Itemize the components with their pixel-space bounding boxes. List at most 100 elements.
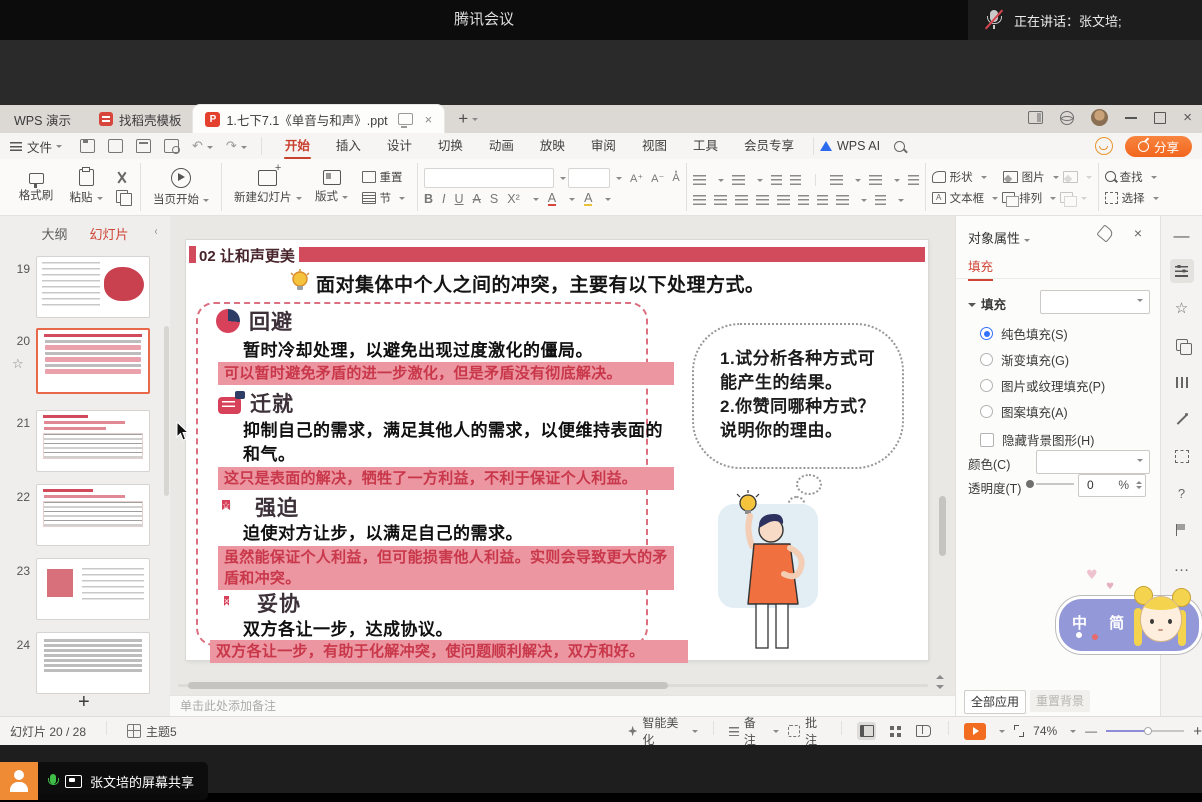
cut-icon[interactable] xyxy=(116,172,128,184)
feedback-icon[interactable] xyxy=(1095,137,1113,155)
distribute-icon[interactable] xyxy=(777,195,790,205)
theme-button[interactable]: 主题5 xyxy=(127,723,177,740)
sync-icon[interactable] xyxy=(1060,111,1074,125)
find-button[interactable]: 查找 xyxy=(1120,169,1143,185)
align-right-icon[interactable] xyxy=(735,195,748,205)
textbox-icon[interactable]: A xyxy=(932,192,946,204)
numbering-icon[interactable] xyxy=(732,175,745,185)
undo-button[interactable]: ↶ xyxy=(192,139,213,154)
increase-indent-icon[interactable] xyxy=(790,175,801,185)
radio-pattern-fill[interactable]: 图案填充(A) xyxy=(980,402,1068,421)
collapse-strip-icon[interactable]: — xyxy=(1174,228,1190,246)
thumbnail-slide-19[interactable] xyxy=(36,256,150,318)
transparency-slider-handle[interactable] xyxy=(1026,480,1034,488)
zoom-slider[interactable] xyxy=(1106,730,1184,732)
tab-document-active[interactable]: P 1.七下7.1《单音与和声》.ppt × xyxy=(193,105,444,133)
fill-section-header[interactable]: 填充 xyxy=(968,294,1006,313)
bold-button[interactable]: B xyxy=(424,192,433,206)
next-slide-icon[interactable] xyxy=(936,685,944,693)
shapes-icon[interactable] xyxy=(932,171,946,183)
zoom-level[interactable]: 74% xyxy=(1033,724,1057,738)
zoom-out-button[interactable]: — xyxy=(1085,724,1097,738)
frame-strip-icon[interactable] xyxy=(1170,444,1194,468)
zoom-in-button[interactable]: + xyxy=(1193,723,1202,740)
tab-view[interactable]: 视图 xyxy=(629,133,680,159)
wps-app-menu[interactable]: WPS 演示 xyxy=(0,110,87,129)
select-icon[interactable] xyxy=(1105,192,1118,204)
format-painter-button[interactable]: 格式刷 xyxy=(16,171,56,203)
layout-button[interactable]: 版式 xyxy=(312,170,352,204)
thumbnail-slide-23[interactable] xyxy=(36,558,150,620)
outline-tab[interactable]: 大纲 xyxy=(41,224,67,243)
sorter-view-button[interactable] xyxy=(885,722,905,740)
beautify-strip-icon[interactable] xyxy=(1170,407,1194,431)
close-icon[interactable]: × xyxy=(1183,113,1192,123)
select-button[interactable]: 选择 xyxy=(1122,190,1145,206)
tab-transition[interactable]: 切换 xyxy=(425,133,476,159)
save-icon[interactable] xyxy=(80,139,95,153)
smart-beautify-button[interactable]: 智能美化 xyxy=(628,714,698,748)
tab-home[interactable]: 开始 xyxy=(272,133,323,159)
radio-gradient-fill[interactable]: 渐变填充(G) xyxy=(980,350,1069,369)
panel-close-icon[interactable]: × xyxy=(1134,225,1142,241)
slideshow-play-button[interactable] xyxy=(964,723,985,740)
smart-align-icon[interactable] xyxy=(798,195,809,205)
grow-font-icon[interactable]: A⁺ xyxy=(630,172,643,185)
new-slide-button[interactable]: 新建幻灯片 xyxy=(234,170,302,205)
checkbox-hide-background[interactable]: 隐藏背景图形(H) xyxy=(980,430,1094,449)
arrange-icon[interactable] xyxy=(1002,192,1015,203)
bullets-icon[interactable] xyxy=(693,175,706,185)
thumbnail-slide-20-selected[interactable] xyxy=(36,328,150,394)
notes-input[interactable]: 单击此处添加备注 xyxy=(170,695,955,716)
fit-to-window-icon[interactable] xyxy=(1014,725,1025,737)
account-avatar[interactable] xyxy=(1091,109,1108,126)
help-strip-icon[interactable]: ? xyxy=(1170,481,1194,505)
decrease-indent-icon[interactable] xyxy=(771,175,782,185)
text-direction-icon[interactable] xyxy=(869,175,882,185)
add-slide-button[interactable]: + xyxy=(78,694,90,710)
slide-nav-buttons[interactable] xyxy=(936,671,944,693)
side-panel-icon[interactable] xyxy=(1028,111,1043,124)
paragraph-dialog-icon[interactable] xyxy=(875,195,886,205)
line-spacing-icon[interactable] xyxy=(836,195,849,205)
columns-icon[interactable] xyxy=(830,175,843,185)
print-icon[interactable] xyxy=(136,139,151,153)
picture-button[interactable]: 图片 xyxy=(1022,169,1045,185)
underline-button[interactable]: U xyxy=(455,192,464,206)
search-icon[interactable] xyxy=(894,141,905,152)
spin-down-icon[interactable] xyxy=(1136,486,1142,492)
play-from-current-button[interactable]: 当页开始 xyxy=(153,168,209,207)
comments-button[interactable]: 批注 xyxy=(788,714,826,748)
spin-up-icon[interactable] xyxy=(1136,478,1142,484)
reset-background-button[interactable]: 重置背景 xyxy=(1030,690,1090,712)
strikethrough-button[interactable]: A xyxy=(473,192,481,206)
thumbnail-scrollbar[interactable] xyxy=(164,326,169,496)
tab-docer[interactable]: 找稻壳模板 xyxy=(87,105,194,133)
collapse-panel-icon[interactable]: ‹ xyxy=(155,224,158,238)
properties-strip-icon[interactable] xyxy=(1170,259,1194,283)
radio-solid-fill[interactable]: 纯色填充(S) xyxy=(980,324,1068,343)
slide-20[interactable]: 02 让和声更美 面对集体中个人之间的冲突，主要有以下处理方式。 回避 暂时冷却… xyxy=(186,240,928,660)
tab-design[interactable]: 设计 xyxy=(374,133,425,159)
previous-slide-icon[interactable] xyxy=(936,671,944,679)
notes-button[interactable]: 备注 xyxy=(729,714,779,748)
radio-picture-fill[interactable]: 图片或纹理填充(P) xyxy=(980,376,1105,395)
shapes-button[interactable]: 形状 xyxy=(950,169,973,185)
reading-view-button[interactable] xyxy=(914,722,934,740)
file-menu[interactable]: 文件 xyxy=(10,137,62,156)
highlight-color-button[interactable]: A xyxy=(584,193,592,206)
tab-close-icon[interactable]: × xyxy=(425,112,433,127)
paste-button[interactable]: 粘贴 xyxy=(66,169,106,205)
flag-strip-icon[interactable] xyxy=(1170,518,1194,542)
reset-button[interactable]: 重置 xyxy=(362,169,406,185)
convert-text-icon[interactable] xyxy=(908,175,919,185)
tab-tools[interactable]: 工具 xyxy=(680,133,731,159)
apply-all-button[interactable]: 全部应用 xyxy=(964,690,1026,714)
copy-strip-icon[interactable] xyxy=(1170,333,1194,357)
superscript-button[interactable]: X² xyxy=(507,192,520,206)
arrange-button[interactable]: 排列 xyxy=(1019,190,1042,206)
align-left-icon[interactable] xyxy=(693,195,706,205)
section-button[interactable]: 节 xyxy=(362,190,406,206)
font-size-input[interactable] xyxy=(568,168,610,188)
maximize-icon[interactable] xyxy=(1154,112,1166,124)
